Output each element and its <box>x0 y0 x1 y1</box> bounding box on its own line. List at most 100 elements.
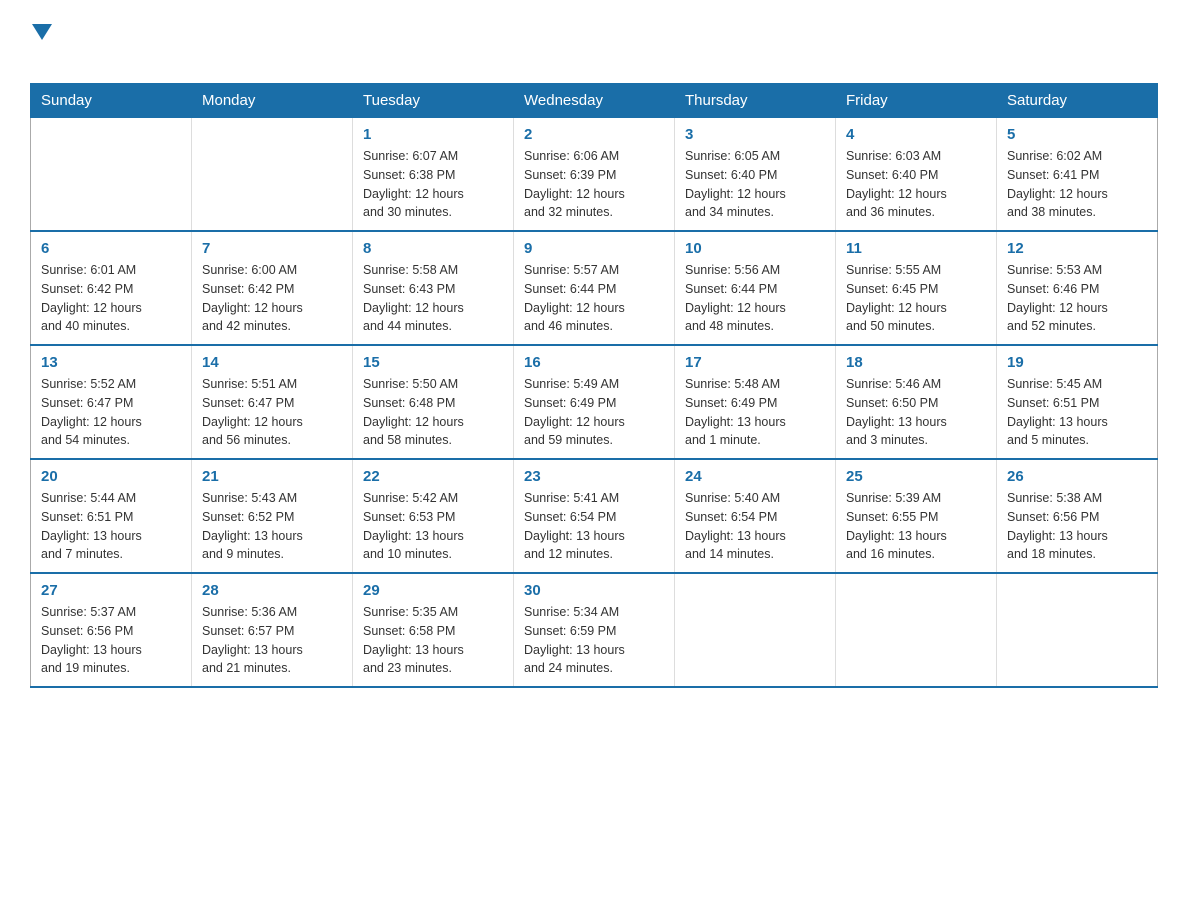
day-number: 13 <box>41 354 181 371</box>
day-info: Sunrise: 5:46 AM Sunset: 6:50 PM Dayligh… <box>846 375 986 450</box>
day-info: Sunrise: 6:05 AM Sunset: 6:40 PM Dayligh… <box>685 147 825 222</box>
day-info: Sunrise: 5:56 AM Sunset: 6:44 PM Dayligh… <box>685 261 825 336</box>
day-info: Sunrise: 5:57 AM Sunset: 6:44 PM Dayligh… <box>524 261 664 336</box>
day-info: Sunrise: 5:44 AM Sunset: 6:51 PM Dayligh… <box>41 489 181 564</box>
calendar-cell <box>31 118 192 232</box>
day-info: Sunrise: 5:37 AM Sunset: 6:56 PM Dayligh… <box>41 603 181 678</box>
day-info: Sunrise: 5:43 AM Sunset: 6:52 PM Dayligh… <box>202 489 342 564</box>
calendar-cell: 1 Sunrise: 6:07 AM Sunset: 6:38 PM Daylig… <box>353 118 514 232</box>
day-info: Sunrise: 5:35 AM Sunset: 6:58 PM Dayligh… <box>363 603 503 678</box>
header-wednesday: Wednesday <box>514 84 675 118</box>
day-number: 30 <box>524 582 664 599</box>
day-info: Sunrise: 5:34 AM Sunset: 6:59 PM Dayligh… <box>524 603 664 678</box>
day-info: Sunrise: 5:55 AM Sunset: 6:45 PM Dayligh… <box>846 261 986 336</box>
calendar-week-5: 27 Sunrise: 5:37 AM Sunset: 6:56 PM Dayli… <box>31 573 1158 687</box>
calendar-cell: 10 Sunrise: 5:56 AM Sunset: 6:44 PM Dayli… <box>675 231 836 345</box>
calendar-table: SundayMondayTuesdayWednesdayThursdayFrid… <box>30 83 1158 688</box>
day-info: Sunrise: 5:45 AM Sunset: 6:51 PM Dayligh… <box>1007 375 1147 450</box>
calendar-cell: 27 Sunrise: 5:37 AM Sunset: 6:56 PM Dayli… <box>31 573 192 687</box>
calendar-cell: 25 Sunrise: 5:39 AM Sunset: 6:55 PM Dayli… <box>836 459 997 573</box>
calendar-cell: 19Sunrise: 5:45 AM Sunset: 6:51 PM Dayli… <box>997 345 1158 459</box>
calendar-cell: 16 Sunrise: 5:49 AM Sunset: 6:49 PM Dayli… <box>514 345 675 459</box>
day-info: Sunrise: 5:38 AM Sunset: 6:56 PM Dayligh… <box>1007 489 1147 564</box>
day-info: Sunrise: 6:03 AM Sunset: 6:40 PM Dayligh… <box>846 147 986 222</box>
day-info: Sunrise: 5:41 AM Sunset: 6:54 PM Dayligh… <box>524 489 664 564</box>
day-number: 11 <box>846 240 986 257</box>
calendar-week-1: 1 Sunrise: 6:07 AM Sunset: 6:38 PM Daylig… <box>31 118 1158 232</box>
calendar-cell: 22 Sunrise: 5:42 AM Sunset: 6:53 PM Dayli… <box>353 459 514 573</box>
day-number: 21 <box>202 468 342 485</box>
calendar-cell: 14 Sunrise: 5:51 AM Sunset: 6:47 PM Dayli… <box>192 345 353 459</box>
calendar-cell: 26 Sunrise: 5:38 AM Sunset: 6:56 PM Dayli… <box>997 459 1158 573</box>
calendar-week-2: 6Sunrise: 6:01 AM Sunset: 6:42 PM Daylig… <box>31 231 1158 345</box>
day-number: 17 <box>685 354 825 371</box>
day-info: Sunrise: 5:51 AM Sunset: 6:47 PM Dayligh… <box>202 375 342 450</box>
day-number: 20 <box>41 468 181 485</box>
day-number: 28 <box>202 582 342 599</box>
calendar-cell: 3 Sunrise: 6:05 AM Sunset: 6:40 PM Daylig… <box>675 118 836 232</box>
day-info: Sunrise: 5:52 AM Sunset: 6:47 PM Dayligh… <box>41 375 181 450</box>
calendar-cell: 17 Sunrise: 5:48 AM Sunset: 6:49 PM Dayli… <box>675 345 836 459</box>
day-number: 22 <box>363 468 503 485</box>
day-number: 9 <box>524 240 664 257</box>
day-number: 29 <box>363 582 503 599</box>
day-number: 15 <box>363 354 503 371</box>
calendar-cell: 28 Sunrise: 5:36 AM Sunset: 6:57 PM Dayli… <box>192 573 353 687</box>
calendar-cell: 23 Sunrise: 5:41 AM Sunset: 6:54 PM Dayli… <box>514 459 675 573</box>
day-number: 3 <box>685 126 825 143</box>
calendar-cell: 4Sunrise: 6:03 AM Sunset: 6:40 PM Daylig… <box>836 118 997 232</box>
day-number: 5 <box>1007 126 1147 143</box>
day-number: 12 <box>1007 240 1147 257</box>
day-info: Sunrise: 5:39 AM Sunset: 6:55 PM Dayligh… <box>846 489 986 564</box>
day-number: 10 <box>685 240 825 257</box>
day-number: 7 <box>202 240 342 257</box>
day-info: Sunrise: 6:01 AM Sunset: 6:42 PM Dayligh… <box>41 261 181 336</box>
calendar-week-4: 20 Sunrise: 5:44 AM Sunset: 6:51 PM Dayli… <box>31 459 1158 573</box>
day-number: 27 <box>41 582 181 599</box>
header-friday: Friday <box>836 84 997 118</box>
calendar-cell: 13 Sunrise: 5:52 AM Sunset: 6:47 PM Dayli… <box>31 345 192 459</box>
day-number: 1 <box>363 126 503 143</box>
calendar-cell <box>675 573 836 687</box>
day-info: Sunrise: 6:06 AM Sunset: 6:39 PM Dayligh… <box>524 147 664 222</box>
calendar-cell: 20 Sunrise: 5:44 AM Sunset: 6:51 PM Dayli… <box>31 459 192 573</box>
day-number: 2 <box>524 126 664 143</box>
day-info: Sunrise: 5:53 AM Sunset: 6:46 PM Dayligh… <box>1007 261 1147 336</box>
header-thursday: Thursday <box>675 84 836 118</box>
day-number: 24 <box>685 468 825 485</box>
day-info: Sunrise: 6:02 AM Sunset: 6:41 PM Dayligh… <box>1007 147 1147 222</box>
day-number: 14 <box>202 354 342 371</box>
calendar-cell: 12 Sunrise: 5:53 AM Sunset: 6:46 PM Dayli… <box>997 231 1158 345</box>
calendar-cell: 11 Sunrise: 5:55 AM Sunset: 6:45 PM Dayli… <box>836 231 997 345</box>
day-info: Sunrise: 5:50 AM Sunset: 6:48 PM Dayligh… <box>363 375 503 450</box>
day-info: Sunrise: 6:07 AM Sunset: 6:38 PM Dayligh… <box>363 147 503 222</box>
day-number: 26 <box>1007 468 1147 485</box>
logo: General <box>30 20 129 67</box>
calendar-cell: 2 Sunrise: 6:06 AM Sunset: 6:39 PM Daylig… <box>514 118 675 232</box>
day-info: Sunrise: 5:36 AM Sunset: 6:57 PM Dayligh… <box>202 603 342 678</box>
day-number: 16 <box>524 354 664 371</box>
day-info: Sunrise: 5:49 AM Sunset: 6:49 PM Dayligh… <box>524 375 664 450</box>
day-info: Sunrise: 6:00 AM Sunset: 6:42 PM Dayligh… <box>202 261 342 336</box>
calendar-cell: 18 Sunrise: 5:46 AM Sunset: 6:50 PM Dayli… <box>836 345 997 459</box>
page-header: General <box>30 20 1158 67</box>
calendar-cell: 15 Sunrise: 5:50 AM Sunset: 6:48 PM Dayli… <box>353 345 514 459</box>
day-number: 25 <box>846 468 986 485</box>
calendar-cell: 6Sunrise: 6:01 AM Sunset: 6:42 PM Daylig… <box>31 231 192 345</box>
calendar-cell: 29 Sunrise: 5:35 AM Sunset: 6:58 PM Dayli… <box>353 573 514 687</box>
calendar-week-3: 13 Sunrise: 5:52 AM Sunset: 6:47 PM Dayli… <box>31 345 1158 459</box>
day-info: Sunrise: 5:40 AM Sunset: 6:54 PM Dayligh… <box>685 489 825 564</box>
calendar-header-row: SundayMondayTuesdayWednesdayThursdayFrid… <box>31 84 1158 118</box>
day-number: 23 <box>524 468 664 485</box>
header-sunday: Sunday <box>31 84 192 118</box>
day-number: 18 <box>846 354 986 371</box>
day-info: Sunrise: 5:48 AM Sunset: 6:49 PM Dayligh… <box>685 375 825 450</box>
calendar-cell <box>192 118 353 232</box>
calendar-cell: 21 Sunrise: 5:43 AM Sunset: 6:52 PM Dayli… <box>192 459 353 573</box>
day-info: Sunrise: 5:42 AM Sunset: 6:53 PM Dayligh… <box>363 489 503 564</box>
calendar-cell: 30 Sunrise: 5:34 AM Sunset: 6:59 PM Dayli… <box>514 573 675 687</box>
day-number: 8 <box>363 240 503 257</box>
calendar-cell: 5 Sunrise: 6:02 AM Sunset: 6:41 PM Daylig… <box>997 118 1158 232</box>
header-tuesday: Tuesday <box>353 84 514 118</box>
calendar-cell: 24 Sunrise: 5:40 AM Sunset: 6:54 PM Dayli… <box>675 459 836 573</box>
